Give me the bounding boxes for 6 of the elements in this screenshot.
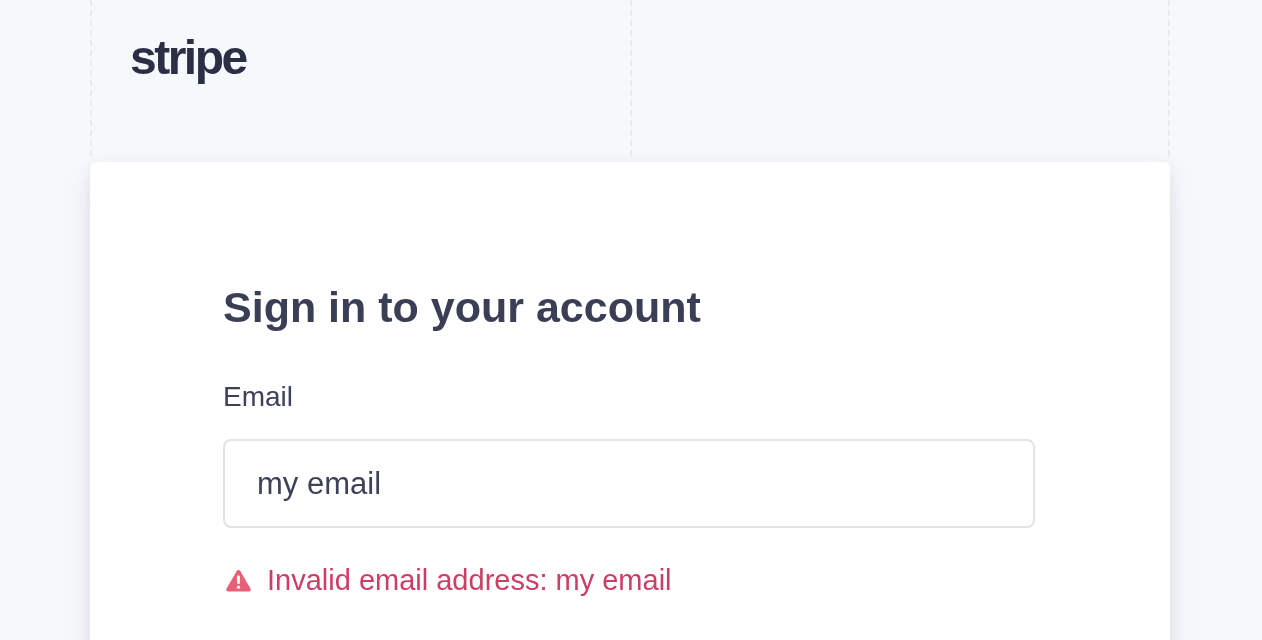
warning-icon: [226, 568, 251, 592]
form-title: Sign in to your account: [223, 282, 701, 333]
error-message: Invalid email address: my email: [267, 564, 672, 596]
email-input[interactable]: my email: [223, 439, 1035, 528]
logo[interactable]: stripe: [130, 34, 246, 82]
field-label: Email: [223, 381, 293, 413]
